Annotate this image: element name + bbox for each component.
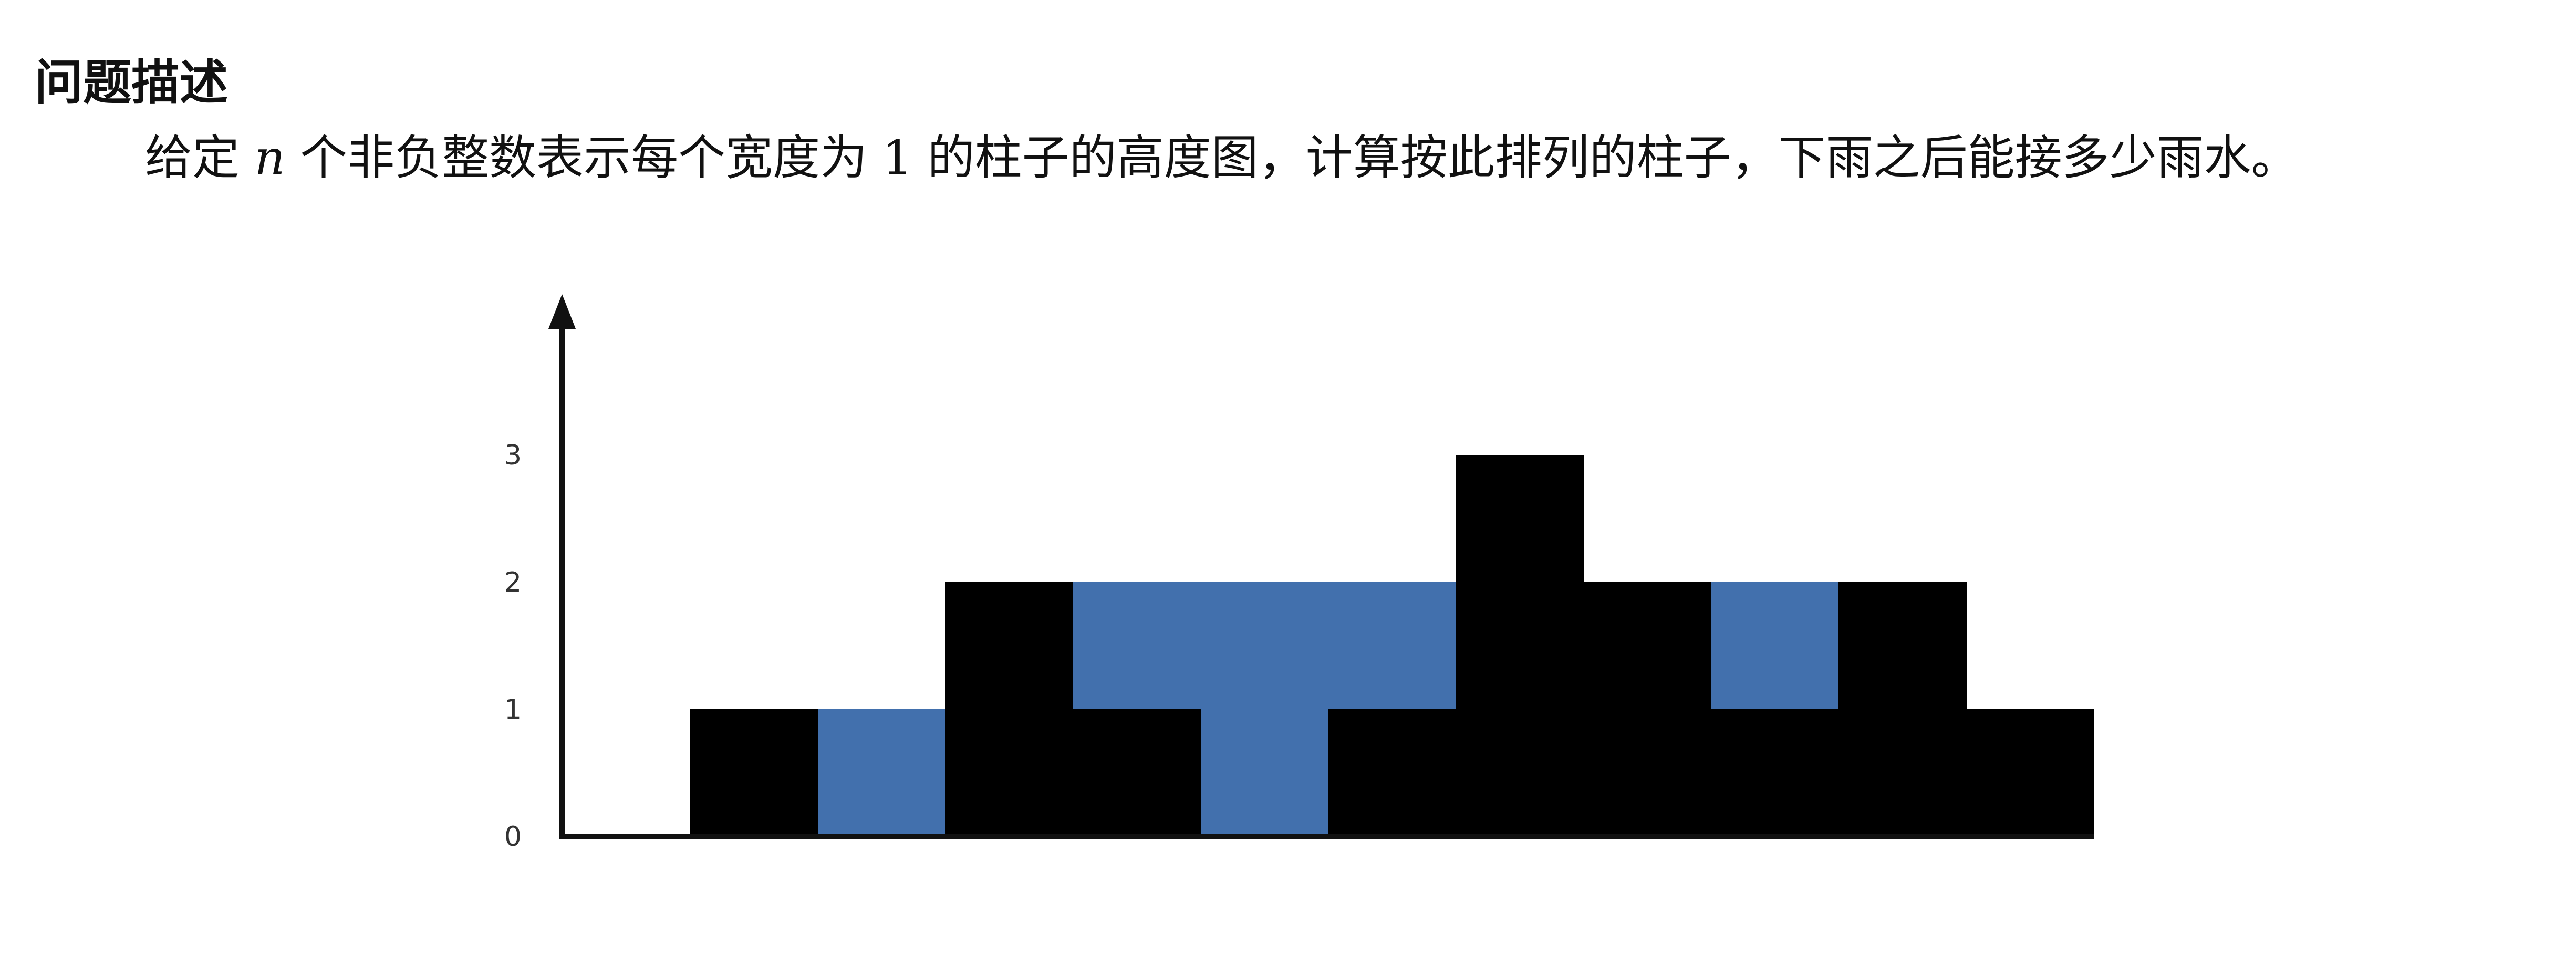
elevation-bar-6: [1328, 709, 1456, 836]
water-bar-5: [1200, 582, 1328, 836]
water-bar-4: [1073, 582, 1201, 709]
water-bar-9: [1711, 582, 1839, 709]
description-text-start: 给定: [145, 130, 255, 185]
problem-description: 给定 n 个非负整数表示每个宽度为 1 的柱子的高度图，计算按此排列的柱子，下雨…: [35, 120, 2514, 196]
y-tick-label-1: 1: [504, 694, 522, 725]
y-tick-label-2: 2: [504, 567, 522, 598]
variable-n: n: [254, 130, 285, 185]
elevation-bar-1: [690, 709, 818, 836]
y-tick-label-3: 3: [504, 440, 522, 471]
y-tick-label-0: 0: [504, 821, 522, 853]
water-bar-6: [1328, 582, 1456, 709]
y-tick-labels: 0 1 2 3: [504, 440, 522, 853]
elevation-bar-11: [1966, 709, 2094, 836]
problem-heading: 问题描述: [35, 55, 228, 111]
elevation-bar-7: [1456, 455, 1584, 836]
elevation-bar-9: [1711, 709, 1839, 836]
y-axis-arrow-icon: [548, 294, 576, 329]
elevation-bar-3: [945, 582, 1073, 836]
description-text-end: 个非负整数表示每个宽度为 1 的柱子的高度图，计算按此排列的柱子，下雨之后能接多…: [285, 130, 2299, 185]
water-bar-2: [817, 709, 946, 836]
rainwater-chart: 0 1 2 3: [504, 294, 2094, 853]
elevation-bar-4: [1073, 709, 1201, 836]
elevation-bar-8: [1583, 582, 1711, 836]
elevation-bar-10: [1838, 582, 1967, 836]
